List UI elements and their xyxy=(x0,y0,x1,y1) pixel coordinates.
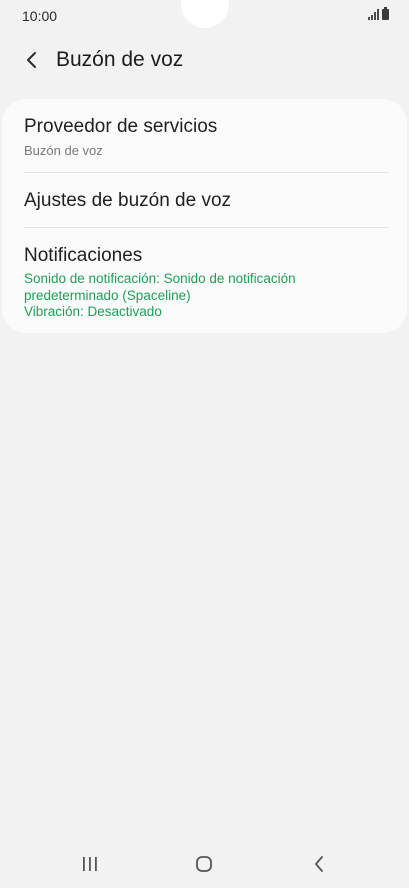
chevron-left-icon xyxy=(27,52,36,68)
item-title: Notificaciones xyxy=(24,245,143,266)
app-header: Buzón de voz xyxy=(0,38,409,82)
recent-apps-button[interactable] xyxy=(70,852,110,876)
status-bar: 10:00 xyxy=(0,0,409,30)
status-time: 10:00 xyxy=(22,8,58,24)
camera-notch xyxy=(181,0,229,28)
home-icon xyxy=(196,856,212,872)
voicemail-settings-item[interactable]: Ajustes de buzón de voz xyxy=(24,190,387,212)
nav-back-button[interactable] xyxy=(299,852,339,876)
back-button[interactable] xyxy=(16,44,48,76)
page-title: Buzón de voz xyxy=(56,48,184,71)
navigation-bar xyxy=(0,840,409,888)
item-title: Ajustes de buzón de voz xyxy=(24,190,232,211)
signal-icon xyxy=(368,9,379,20)
back-icon xyxy=(315,856,323,872)
divider xyxy=(24,172,389,173)
home-button[interactable] xyxy=(184,852,224,876)
service-provider-item[interactable]: Proveedor de servicios Buzón de voz xyxy=(24,116,387,158)
notification-sound-detail-cont: predeterminado (Spaceline) xyxy=(24,287,191,303)
phone-screen: 10:00 Buzón de voz Proveedor de servicio… xyxy=(0,0,409,888)
status-icons xyxy=(368,7,389,20)
notifications-item[interactable]: Notificaciones Sonido de notificación: S… xyxy=(24,245,387,321)
battery-icon xyxy=(382,7,389,20)
vibration-detail: Vibración: Desactivado xyxy=(24,304,162,319)
notification-sound-detail: Sonido de notificación: Sonido de notifi… xyxy=(24,271,296,286)
item-title: Proveedor de servicios xyxy=(24,116,218,137)
item-subtitle: Buzón de voz xyxy=(24,143,103,158)
recent-apps-icon xyxy=(83,857,97,871)
divider xyxy=(24,227,389,228)
settings-card: Proveedor de servicios Buzón de voz Ajus… xyxy=(2,99,407,333)
